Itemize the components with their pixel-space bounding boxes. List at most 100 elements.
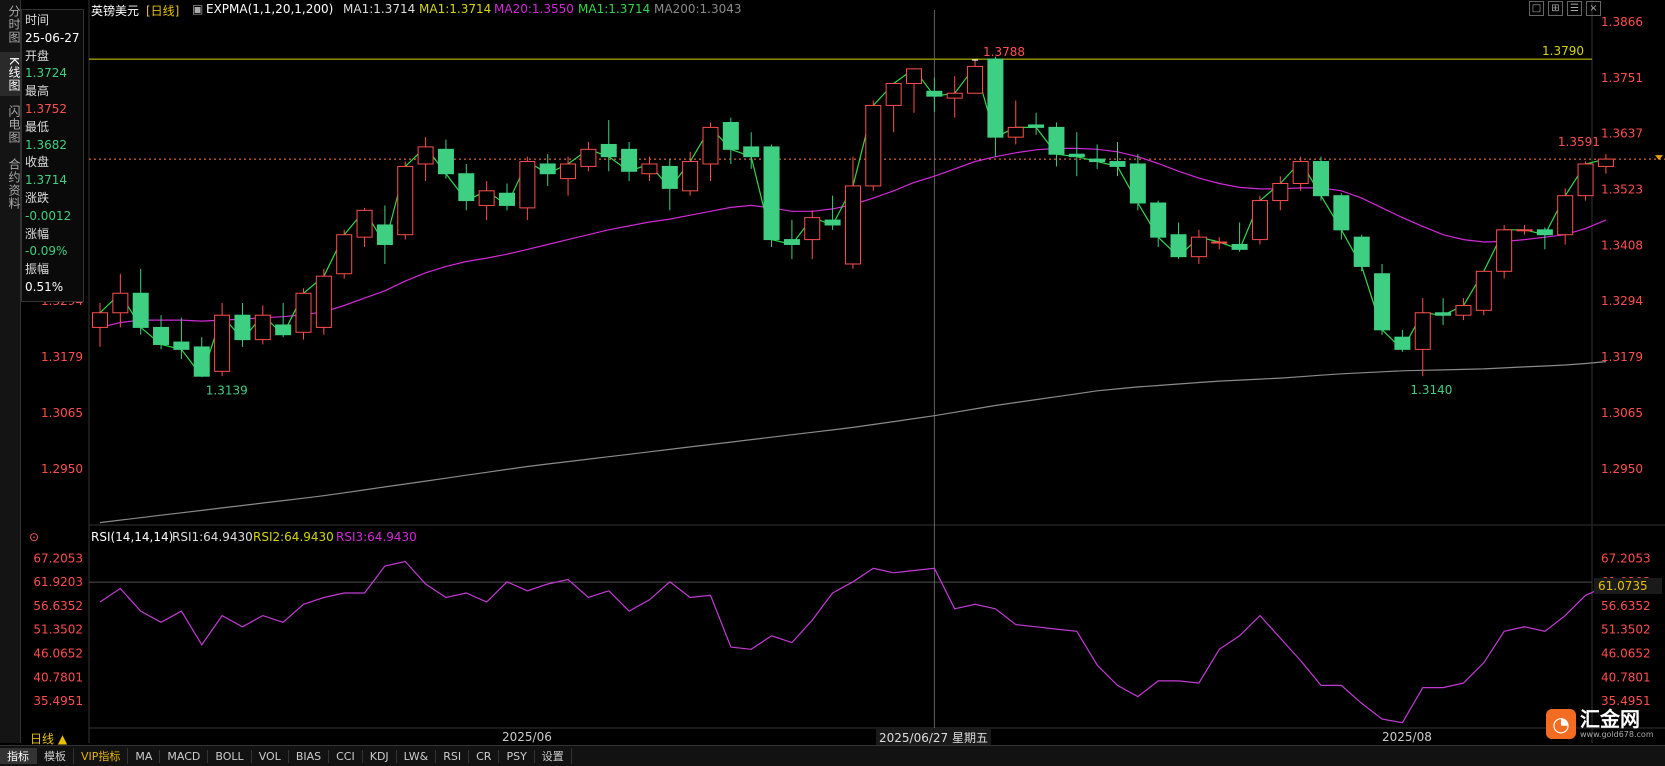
rsi-current-label: 61.0735 [1598, 579, 1648, 593]
candle [621, 142, 638, 182]
candle [539, 154, 556, 186]
candle-body [702, 126, 719, 165]
logo-name: 汇金网 [1580, 707, 1640, 731]
ma200-value: MA200:1.3043 [654, 2, 742, 16]
close-label: 收盘 [25, 155, 50, 170]
rsi2-value: RSI2:64.9430 [253, 530, 334, 544]
pct-value: -0.09% [25, 244, 68, 259]
candle-body [1231, 243, 1248, 250]
rsi-tick-label: 67.2053 [1601, 551, 1651, 565]
ma1c-value: MA1:1.3714 [578, 2, 651, 16]
close-icon[interactable]: × [1586, 1, 1601, 16]
amplitude-value: 0.51% [25, 279, 64, 294]
tab-kdj[interactable]: KDJ [363, 749, 397, 763]
candle-body [926, 90, 943, 97]
tab-boll[interactable]: BOLL [208, 749, 252, 763]
low-label: 最低 [25, 119, 50, 134]
rsi-tick-label-left: 35.4951 [33, 694, 83, 708]
candle [1170, 222, 1187, 260]
tab-flash-chart[interactable]: 闪电图 [0, 102, 21, 146]
candle [193, 337, 210, 377]
time-value: 25-06-27 [25, 30, 80, 45]
candle-body [621, 148, 638, 172]
last-high-annotation: 1.3591 [1558, 135, 1600, 149]
grid-icon[interactable]: ⊞ [1548, 1, 1563, 16]
candle-body [600, 143, 617, 158]
tab-cr[interactable]: CR [469, 749, 500, 763]
candle [132, 268, 149, 335]
candle [254, 305, 271, 345]
candle [1374, 263, 1391, 335]
candle [1190, 229, 1207, 264]
candle-body [682, 161, 699, 192]
candle-body [153, 326, 170, 345]
tab-macd[interactable]: MACD [160, 749, 209, 763]
candle-body [417, 146, 434, 165]
brand-logo: ◔ 汇金网 www.gold678.com [1546, 708, 1654, 739]
candle-body [1272, 182, 1289, 202]
high-annotation: 1.3788 [983, 45, 1025, 59]
maximize-icon[interactable]: □ [1529, 1, 1544, 16]
change-label: 涨跌 [25, 190, 50, 205]
price-tick-label: 1.3179 [1601, 350, 1643, 364]
settings-icon[interactable]: ☰ [1567, 1, 1582, 16]
candle [1150, 200, 1167, 247]
tab-settings[interactable]: 设置 [535, 748, 572, 764]
tab-indicator[interactable]: 指标 [0, 748, 37, 764]
date-tick-jun: 2025/06 [502, 730, 552, 744]
rsi-settings-icon[interactable]: ⊙ [29, 530, 39, 544]
price-tick-label: 1.3523 [1601, 182, 1643, 196]
candle-body [885, 82, 902, 106]
candle [682, 151, 699, 196]
tab-vol[interactable]: VOL [252, 749, 289, 763]
candle [356, 207, 373, 247]
tab-rsi[interactable]: RSI [436, 749, 470, 763]
candle [478, 181, 495, 221]
candle-body [1455, 304, 1472, 316]
low-annotation-2: 1.3140 [1410, 383, 1452, 397]
candle-body [1068, 153, 1085, 158]
tab-ma[interactable]: MA [128, 749, 161, 763]
candle [1597, 154, 1614, 174]
candle-body [1170, 234, 1187, 258]
logo-url: www.gold678.com [1580, 730, 1654, 739]
candle-body [1475, 270, 1492, 311]
candle-body [1577, 163, 1594, 197]
tab-lw[interactable]: LW& [397, 749, 437, 763]
price-tick-label: 1.3751 [1601, 71, 1643, 85]
chart-canvas[interactable]: 1.38661.38661.37511.37511.36371.36371.35… [0, 0, 1665, 765]
high-label: 最高 [25, 84, 50, 99]
candle-body [1211, 241, 1228, 244]
candle-body [1353, 236, 1370, 267]
tab-cci[interactable]: CCI [329, 749, 363, 763]
close-value: 1.3714 [25, 173, 67, 188]
candle-body [1251, 200, 1268, 241]
rsi1-value: RSI1:64.9430 [172, 530, 253, 544]
candle-body [478, 190, 495, 206]
candle [1211, 237, 1228, 250]
price-tick-label: 1.3065 [1601, 406, 1643, 420]
indicator-tabs: 指标 模板 VIP指标 MA MACD BOLL VOL BIAS CCI KD… [0, 745, 1665, 766]
candle-body [356, 209, 373, 238]
candle [397, 161, 414, 240]
candle [865, 100, 882, 191]
tab-kline-chart[interactable]: K线图 [0, 52, 21, 96]
candle-body [1292, 161, 1309, 184]
tab-vip-indicator[interactable]: VIP指标 [74, 748, 129, 764]
gear-icon[interactable]: ▣ [192, 2, 203, 16]
candle [1394, 329, 1411, 352]
price-tick-label: 1.3294 [1601, 294, 1643, 308]
candle-body [844, 185, 861, 265]
tab-bias[interactable]: BIAS [289, 749, 330, 763]
rsi-tick-label-left: 51.3502 [33, 623, 83, 637]
logo-icon: ◔ [1546, 708, 1576, 739]
candle-body [1414, 312, 1431, 350]
rsi-tick-label: 46.0652 [1601, 647, 1651, 661]
candle-body [1496, 229, 1513, 272]
candle-body [295, 292, 312, 333]
tab-tick-chart[interactable]: 分时图 [0, 4, 21, 44]
tab-template[interactable]: 模板 [37, 748, 74, 764]
candle-body [92, 312, 108, 328]
tab-psy[interactable]: PSY [499, 749, 535, 763]
tab-contract-info[interactable]: 合约资料 [0, 156, 21, 212]
